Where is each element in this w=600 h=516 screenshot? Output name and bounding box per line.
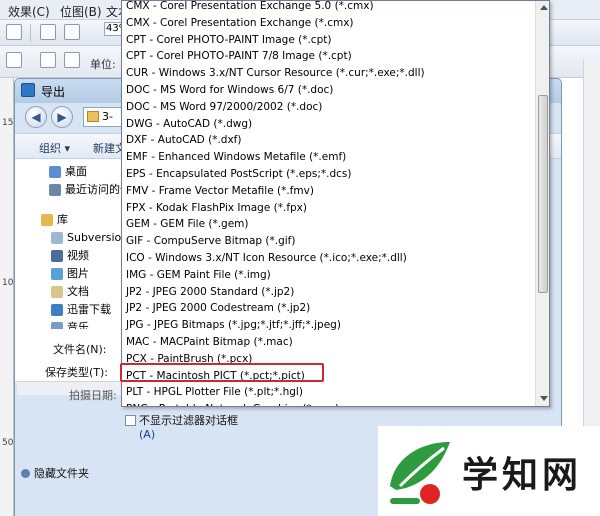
hide-folders-toggle[interactable]: 隐藏文件夹 bbox=[21, 465, 89, 481]
leaf-logo-icon bbox=[390, 442, 450, 504]
nav-item-library[interactable]: 库 bbox=[15, 211, 123, 229]
file-type-option[interactable]: JP2 - JPEG 2000 Codestream (*.jp2) bbox=[122, 300, 534, 316]
file-type-option[interactable]: FMV - Frame Vector Metafile (*.fmv) bbox=[122, 183, 534, 199]
nav-item-label: 桌面 bbox=[65, 165, 87, 178]
date-label: 拍摄日期: bbox=[69, 389, 117, 402]
file-type-option[interactable]: DXF - AutoCAD (*.dxf) bbox=[122, 132, 534, 148]
hide-folders-label: 隐藏文件夹 bbox=[34, 467, 89, 480]
folder-icon bbox=[87, 111, 99, 122]
file-type-option[interactable]: CUR - Windows 3.x/NT Cursor Resource (*.… bbox=[122, 65, 534, 81]
toolbar-icon[interactable] bbox=[6, 24, 22, 40]
nav-item-label: 文档 bbox=[67, 285, 89, 298]
file-type-option[interactable]: CMX - Corel Presentation Exchange (*.cmx… bbox=[122, 15, 534, 31]
scroll-down-icon[interactable] bbox=[540, 396, 548, 401]
video-icon bbox=[51, 250, 63, 262]
documents-icon bbox=[51, 286, 63, 298]
nav-item-desktop[interactable]: 桌面 bbox=[15, 163, 123, 181]
file-type-dropdown-list[interactable]: SCT - Scitex CT Bitmap (*.sct;*.ct)RTF -… bbox=[121, 0, 550, 407]
nav-item-label: Subversion bbox=[67, 231, 123, 244]
file-type-option[interactable]: GEM - GEM File (*.gem) bbox=[122, 216, 534, 232]
back-button[interactable]: ◀ bbox=[25, 106, 47, 128]
file-type-option[interactable]: JPG - JPEG Bitmaps (*.jpg;*.jtf;*.jff;*.… bbox=[122, 317, 534, 333]
ruler-number: 50 bbox=[2, 438, 14, 448]
checkbox-label: 不显示过滤器对话框 bbox=[139, 414, 238, 427]
file-type-option[interactable]: MAC - MACPaint Bitmap (*.mac) bbox=[122, 334, 534, 350]
nav-item-label: 最近访问的位 bbox=[65, 183, 123, 196]
nav-item-recent[interactable]: 最近访问的位 bbox=[15, 181, 123, 199]
toolbar-icon[interactable] bbox=[64, 24, 80, 40]
library-icon bbox=[41, 214, 53, 226]
unit-label: 单位: bbox=[90, 58, 116, 71]
file-type-option[interactable]: CPT - Corel PHOTO-PAINT Image (*.cpt) bbox=[122, 32, 534, 48]
file-type-option[interactable]: JP2 - JPEG 2000 Standard (*.jp2) bbox=[122, 284, 534, 300]
music-icon bbox=[51, 322, 63, 329]
file-type-option[interactable]: PNG - Portable Network Graphics (*.png) bbox=[122, 401, 534, 406]
hide-filter-checkbox[interactable] bbox=[125, 415, 136, 426]
nav-item-label: 图片 bbox=[67, 267, 89, 280]
nav-item-label: 库 bbox=[57, 213, 68, 226]
vertical-ruler: 150 100 50 bbox=[0, 78, 19, 516]
dropdown-scrollbar[interactable] bbox=[535, 1, 549, 406]
nav-item-video[interactable]: 视频 bbox=[15, 247, 123, 265]
export-icon bbox=[21, 83, 35, 97]
file-type-option[interactable]: DOC - MS Word 97/2000/2002 (*.doc) bbox=[122, 99, 534, 115]
psd-highlight-annotation bbox=[120, 363, 324, 382]
watermark-logo: 学知网 bbox=[378, 426, 600, 516]
file-type-option[interactable]: DOC - MS Word for Windows 6/7 (*.doc) bbox=[122, 82, 534, 98]
scroll-thumb[interactable] bbox=[538, 95, 548, 293]
pictures-icon bbox=[51, 268, 63, 280]
nav-item-label: 迅雷下载 bbox=[67, 303, 111, 316]
scroll-up-icon[interactable] bbox=[540, 5, 548, 10]
file-type-option[interactable]: ICO - Windows 3.x/NT Icon Resource (*.ic… bbox=[122, 250, 534, 266]
file-type-option[interactable]: CPT - Corel PHOTO-PAINT 7/8 Image (*.cpt… bbox=[122, 48, 534, 64]
file-type-option[interactable]: PLT - HPGL Plotter File (*.plt;*.hgl) bbox=[122, 384, 534, 400]
nav-item-documents[interactable]: 文档 bbox=[15, 283, 123, 301]
address-bar[interactable]: 3- bbox=[83, 107, 123, 127]
file-type-option[interactable]: CMX - Corel Presentation Exchange 5.0 (*… bbox=[122, 1, 534, 14]
nav-item-label: 视频 bbox=[67, 249, 89, 262]
checkbox-accelerator: (A) bbox=[139, 428, 156, 441]
toolbar-icon[interactable] bbox=[40, 52, 56, 68]
dialog-title: 导出 bbox=[41, 85, 66, 99]
file-type-option[interactable]: EMF - Enhanced Windows Metafile (*.emf) bbox=[122, 149, 534, 165]
file-type-option[interactable]: EPS - Encapsulated PostScript (*.eps;*.d… bbox=[122, 166, 534, 182]
toolbar-separator bbox=[30, 24, 31, 42]
toolbar-icon[interactable] bbox=[6, 52, 22, 68]
toolbar-icon[interactable] bbox=[64, 52, 80, 68]
toolbar-icon[interactable] bbox=[40, 24, 56, 40]
file-type-option[interactable]: GIF - CompuServe Bitmap (*.gif) bbox=[122, 233, 534, 249]
nav-item-thunder[interactable]: 迅雷下载 bbox=[15, 301, 123, 319]
nav-item-music[interactable]: 音乐 bbox=[15, 319, 123, 329]
subversion-icon bbox=[51, 232, 63, 244]
collapse-icon bbox=[21, 469, 30, 478]
nav-item-subversion[interactable]: Subversion bbox=[15, 229, 123, 247]
menu-effects[interactable]: 效果(C) bbox=[8, 3, 50, 20]
recent-places-icon bbox=[49, 184, 61, 196]
savetype-label: 保存类型(T): bbox=[45, 366, 109, 379]
file-type-option[interactable]: DWG - AutoCAD (*.dwg) bbox=[122, 116, 534, 132]
forward-button[interactable]: ▶ bbox=[51, 106, 73, 128]
filename-label: 文件名(N): bbox=[53, 343, 107, 356]
thunder-download-icon bbox=[51, 304, 63, 316]
watermark-text: 学知网 bbox=[462, 455, 583, 496]
file-type-option[interactable]: IMG - GEM Paint File (*.img) bbox=[122, 267, 534, 283]
file-type-option[interactable]: FPX - Kodak FlashPix Image (*.fpx) bbox=[122, 200, 534, 216]
nav-item-pictures[interactable]: 图片 bbox=[15, 265, 123, 283]
nav-item-label: 音乐 bbox=[67, 321, 89, 329]
organize-button[interactable]: 组织 ▾ bbox=[39, 140, 70, 156]
address-text: 3- bbox=[102, 110, 113, 123]
desktop-icon bbox=[49, 166, 61, 178]
menu-bitmap[interactable]: 位图(B) bbox=[60, 3, 102, 20]
